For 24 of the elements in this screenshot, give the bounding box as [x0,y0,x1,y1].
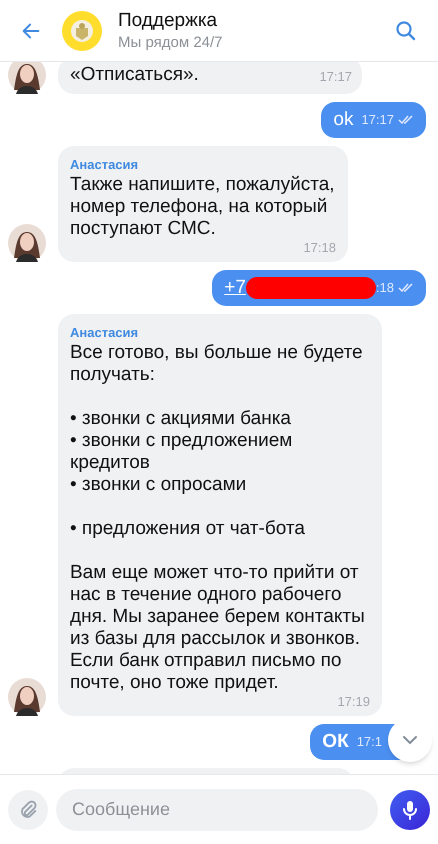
chat-title: Поддержка [118,8,218,32]
message-text: Все готово, вы больше не будете получать: • звонки с акциями банка • звонки с предложением кредитов • звонки с опросами • предложения от чат-бота Вам еще может что-то прийти от нас в течение одного рабочего дня. Мы заранее берем контакты из базы для рассылок и звонков. Если банк отправил письмо по почте, оно тоже придет. [70,342,366,694]
message-time: 17:18 [303,240,336,256]
chevron-down-icon [402,735,418,745]
scroll-down-button[interactable] [388,718,432,762]
message-text: ok [333,108,354,132]
message-time: 17:17 [319,68,352,86]
sender-name: Анастасия [70,156,140,174]
search-icon[interactable] [394,18,418,42]
message-time: 17:17 [361,111,394,130]
microphone-icon [401,800,419,820]
message-input[interactable]: Сообщение [56,788,378,830]
bank-logo-icon [62,10,102,50]
message-time: :18 [376,279,394,298]
message-time: 17:19 [337,694,370,710]
message-text: Также напишите, пожалуйста, номер телефона, на который поступают СМС. [70,174,336,240]
message-time: 17:1 [356,733,382,752]
sender-name: Анастасия [70,324,140,342]
phone-link[interactable]: +7 [224,274,246,302]
message-text: «Отписаться». [70,64,199,85]
message-text: ОК [322,730,349,754]
microphone-button[interactable] [390,790,430,830]
chat-status: Мы рядом 24/7 [118,32,224,52]
attach-button[interactable] [8,790,48,830]
